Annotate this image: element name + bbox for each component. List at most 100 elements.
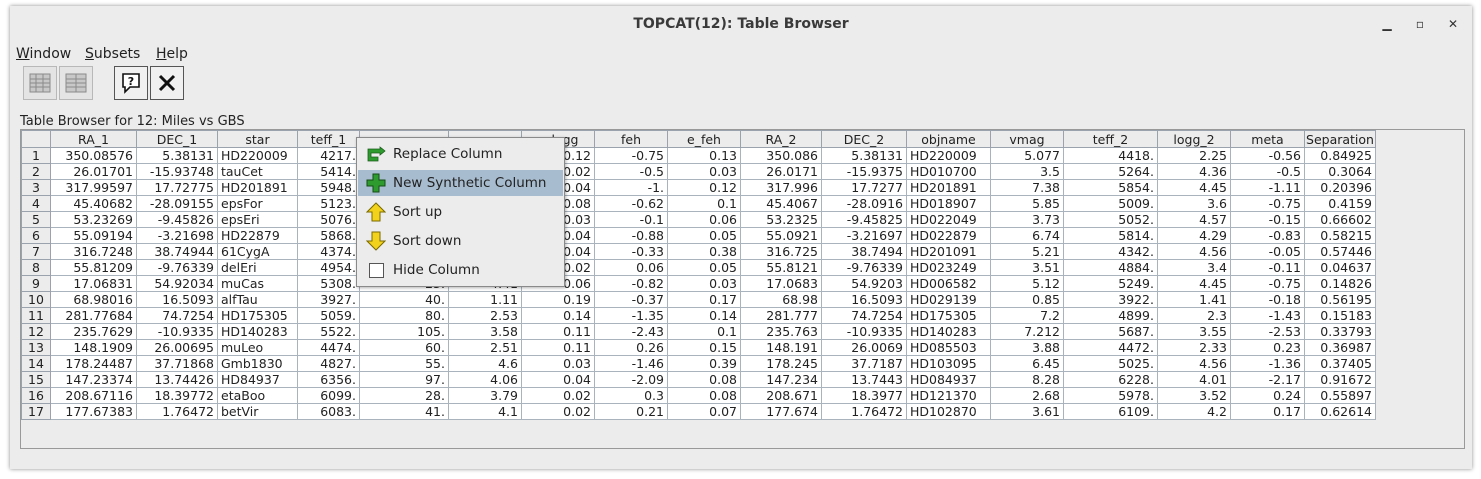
table-row[interactable]: 14 178.24487 37.71868 Gmb1830 4827. 55. 4.6 0.0… — [21, 355, 1376, 372]
table-cell[interactable]: -2.53 — [1230, 323, 1305, 340]
table-cell[interactable]: -2.09 — [594, 371, 668, 388]
table-cell[interactable]: 0.03 — [667, 275, 741, 292]
table-cell[interactable]: 0.08 — [667, 371, 741, 388]
table-cell[interactable]: alfTau — [217, 291, 298, 308]
table-cell[interactable]: 37.7187 — [821, 355, 907, 372]
table-row[interactable]: 11 281.77684 74.7254 HD175305 5059. 80. 2.53 0.… — [21, 307, 1376, 324]
table-cell[interactable]: 2.25 — [1157, 147, 1231, 164]
table-cell[interactable]: 5052. — [1063, 211, 1158, 228]
table-cell[interactable]: betVir — [217, 403, 298, 420]
table-cell[interactable]: 4.2 — [1157, 403, 1231, 420]
menu-item-sort-down[interactable]: Sort down — [358, 228, 563, 254]
table-cell[interactable]: 5.12 — [990, 275, 1064, 292]
table-cell[interactable]: -1.11 — [1230, 179, 1305, 196]
table-cell[interactable]: HD022879 — [906, 227, 991, 244]
table-cell[interactable]: HD22879 — [217, 227, 298, 244]
table-cell[interactable]: 74.7254 — [136, 307, 218, 324]
table-row[interactable]: 16 208.67116 18.39772 etaBoo 6099. 28. 3.79 0.0… — [21, 387, 1376, 404]
table-cell[interactable]: 1.41 — [1157, 291, 1231, 308]
table-cell[interactable]: 18.3977 — [821, 387, 907, 404]
table-cell[interactable]: 0.39 — [667, 355, 741, 372]
table-cell[interactable]: 177.67383 — [50, 403, 137, 420]
table-cell[interactable]: HD018907 — [906, 195, 991, 212]
table-cell[interactable]: HD175305 — [906, 307, 991, 324]
table-cell[interactable]: HD084937 — [906, 371, 991, 388]
table-cell[interactable]: 0.05 — [667, 227, 741, 244]
table-cell[interactable]: -1.46 — [594, 355, 668, 372]
table-cell[interactable]: 0.66602 — [1304, 211, 1376, 228]
menu-item-new-synthetic-column[interactable]: New Synthetic Column — [358, 170, 563, 196]
table-cell[interactable]: 5.38131 — [136, 147, 218, 164]
column-header[interactable]: vmag — [990, 130, 1064, 148]
close-window-button[interactable] — [150, 66, 184, 100]
table-cell[interactable]: 53.23269 — [50, 211, 137, 228]
table-cell[interactable]: 2.68 — [990, 387, 1064, 404]
table-cell[interactable]: -3.21698 — [136, 227, 218, 244]
table-cell[interactable]: HD103095 — [906, 355, 991, 372]
table-cell[interactable]: 4.36 — [1157, 163, 1231, 180]
table-cell[interactable]: 3.61 — [990, 403, 1064, 420]
table-cell[interactable]: -0.88 — [594, 227, 668, 244]
table-cell[interactable]: 5009. — [1063, 195, 1158, 212]
table-row[interactable]: 10 68.98016 16.5093 alfTau 3927. 40. 1.11 0.19-… — [21, 291, 1376, 308]
table-cell[interactable]: 4472. — [1063, 339, 1158, 356]
table-cell[interactable]: 5.21 — [990, 243, 1064, 260]
table-cell[interactable]: 0.1 — [667, 323, 741, 340]
table-cell[interactable]: 6228. — [1063, 371, 1158, 388]
table-cell[interactable]: 55.09194 — [50, 227, 137, 244]
column-header[interactable]: teff_2 — [1063, 130, 1158, 148]
table-cell[interactable]: 0.15 — [667, 339, 741, 356]
table-cell[interactable]: 4342. — [1063, 243, 1158, 260]
table-row[interactable]: 7 316.7248 38.74944 61CygA 4374. 0.04 -0.33 0.3… — [21, 243, 1376, 260]
table-row[interactable]: 5 53.23269 -9.45826 epsEri 5076. 0.03 -0.1 0.06… — [21, 211, 1376, 228]
table-cell[interactable]: -0.05 — [1230, 243, 1305, 260]
table-cell[interactable]: -15.9375 — [821, 163, 907, 180]
table-cell[interactable]: 5854. — [1063, 179, 1158, 196]
table-cell[interactable]: 26.00695 — [136, 339, 218, 356]
table-cell[interactable]: 0.21 — [594, 403, 668, 420]
menu-item-sort-up[interactable]: Sort up — [358, 199, 563, 225]
table-cell[interactable]: 61CygA — [217, 243, 298, 260]
table-cell[interactable]: 208.67116 — [50, 387, 137, 404]
table-cell[interactable]: 281.77684 — [50, 307, 137, 324]
table-cell[interactable]: 53.2325 — [740, 211, 822, 228]
table-cell[interactable]: 6083. — [297, 403, 360, 420]
table-cell[interactable]: 6356. — [297, 371, 360, 388]
table-cell[interactable]: Gmb1830 — [217, 355, 298, 372]
table-cell[interactable]: 5814. — [1063, 227, 1158, 244]
table-cell[interactable]: epsEri — [217, 211, 298, 228]
table-cell[interactable]: 148.1909 — [50, 339, 137, 356]
table-cell[interactable]: 45.4067 — [740, 195, 822, 212]
table-cell[interactable]: 80. — [359, 307, 449, 324]
table-cell[interactable]: -28.0916 — [821, 195, 907, 212]
table-cell[interactable]: 317.99597 — [50, 179, 137, 196]
table-cell[interactable]: 5948. — [297, 179, 360, 196]
table-cell[interactable]: 0.04637 — [1304, 259, 1376, 276]
table-cell[interactable]: HD010700 — [906, 163, 991, 180]
table-cell[interactable]: -9.45826 — [136, 211, 218, 228]
table-cell[interactable]: 1.76472 — [136, 403, 218, 420]
table-cell[interactable]: -1.43 — [1230, 307, 1305, 324]
column-header[interactable]: DEC_1 — [136, 130, 218, 148]
column-header[interactable]: objname — [906, 130, 991, 148]
table-cell[interactable]: 0.23 — [1230, 339, 1305, 356]
table-cell[interactable]: 6099. — [297, 387, 360, 404]
table-cell[interactable]: 0.03 — [667, 163, 741, 180]
table-cell[interactable]: 6109. — [1063, 403, 1158, 420]
column-header[interactable]: RA_2 — [740, 130, 822, 148]
table-cell[interactable]: -0.11 — [1230, 259, 1305, 276]
menu-item-hide-column[interactable]: Hide Column — [358, 257, 563, 283]
table-cell[interactable]: 3927. — [297, 291, 360, 308]
table-cell[interactable]: -0.82 — [594, 275, 668, 292]
column-header[interactable]: Separation — [1304, 130, 1376, 148]
table-cell[interactable]: -0.75 — [594, 147, 668, 164]
table-cell[interactable]: 281.777 — [740, 307, 822, 324]
table-cell[interactable]: 8.28 — [990, 371, 1064, 388]
table-cell[interactable]: 0.03 — [521, 355, 595, 372]
table-cell[interactable]: 0.17 — [1230, 403, 1305, 420]
table-cell[interactable]: 41. — [359, 403, 449, 420]
table-cell[interactable]: 0.58215 — [1304, 227, 1376, 244]
table-cell[interactable]: 55.8121 — [740, 259, 822, 276]
table-cell[interactable]: 3.51 — [990, 259, 1064, 276]
column-header[interactable]: meta — [1230, 130, 1305, 148]
